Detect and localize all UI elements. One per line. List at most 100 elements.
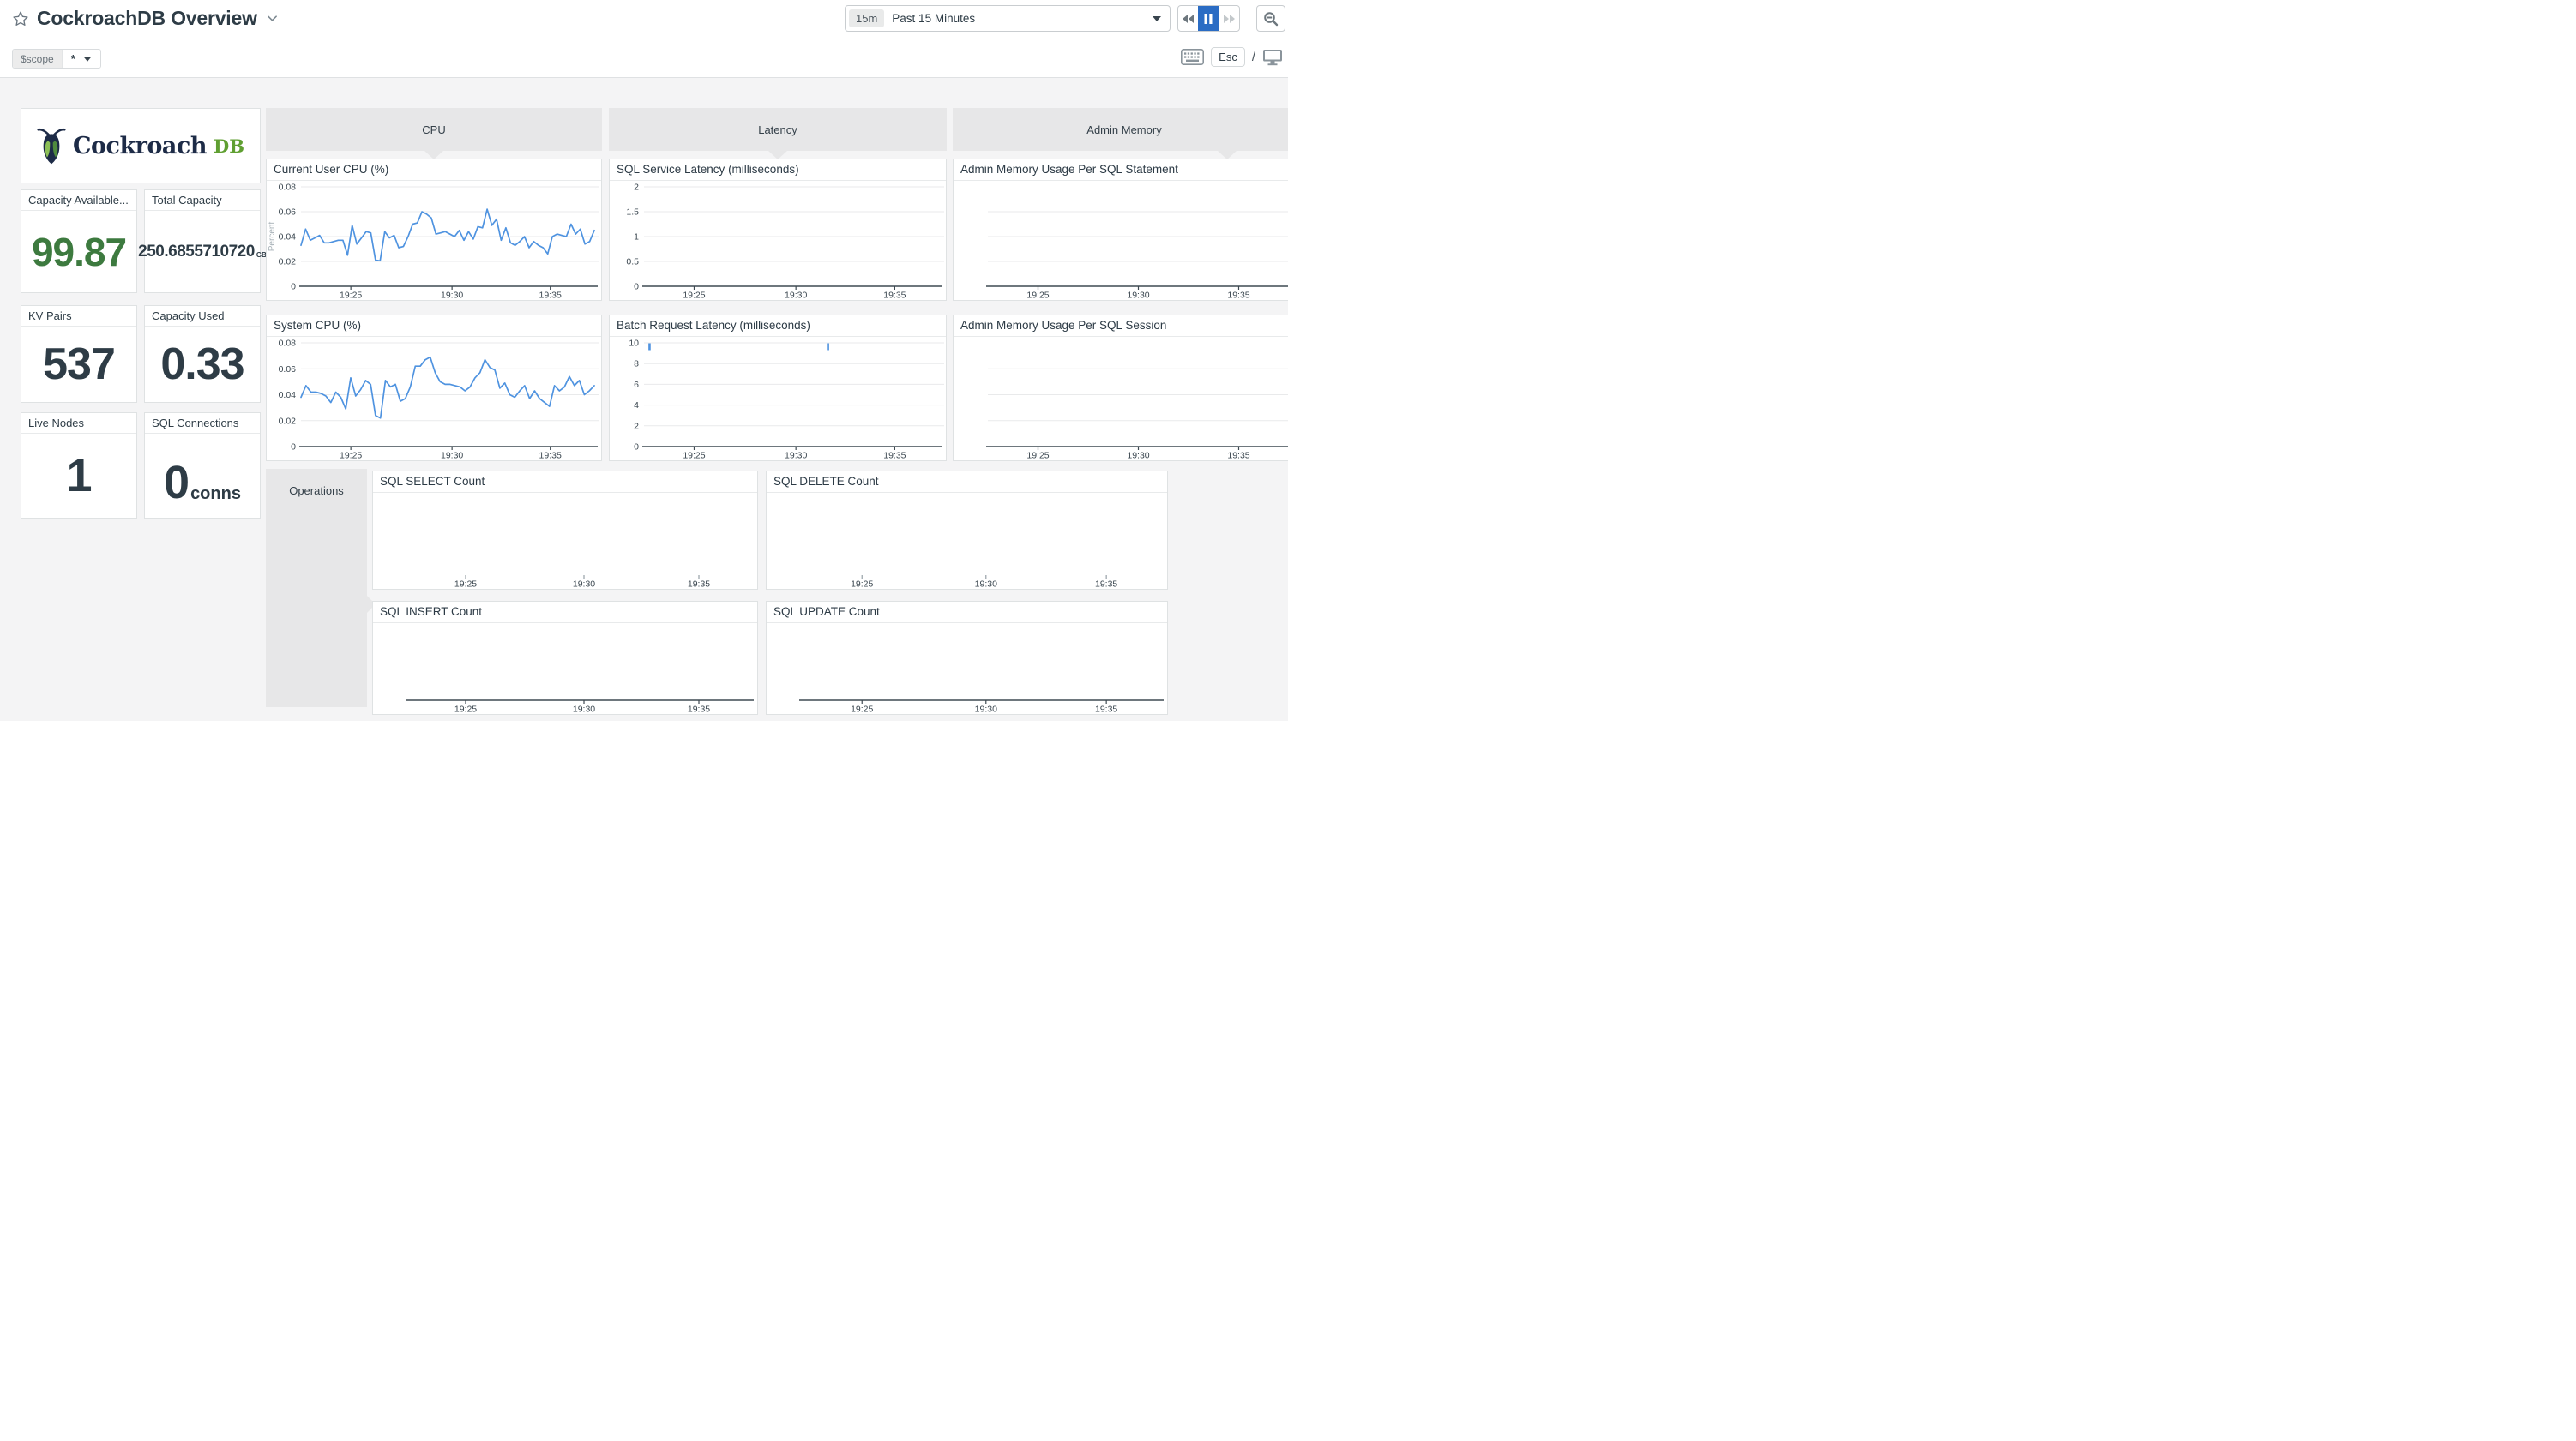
stat-value: 99.87 [32, 229, 126, 275]
keyboard-shortcuts-icon[interactable] [1181, 49, 1204, 65]
svg-text:19:25: 19:25 [454, 579, 477, 590]
chart-title: SQL UPDATE Count [767, 602, 1167, 623]
svg-text:19:25: 19:25 [851, 579, 873, 590]
stat-title: Total Capacity [145, 190, 260, 211]
stat-value: 1 [66, 449, 91, 502]
time-range-picker[interactable]: 15m Past 15 Minutes [845, 5, 1171, 32]
svg-text:0: 0 [634, 282, 639, 292]
svg-text:0.06: 0.06 [279, 207, 297, 218]
chart-plot-sql-update-count[interactable]: 19:25 19:30 19:35 [767, 624, 1167, 714]
svg-text:19:30: 19:30 [975, 579, 997, 590]
svg-text:1.5: 1.5 [626, 207, 639, 218]
chart-plot-admin-memory-statement[interactable]: 19:2519:3019:35 [954, 182, 1288, 300]
chart-title: Admin Memory Usage Per SQL Statement [954, 159, 1288, 181]
magnifier-minus-icon [1263, 11, 1279, 27]
stat-panel-kv-pairs[interactable]: KV Pairs 537 [21, 305, 137, 403]
chart-title: Current User CPU (%) [267, 159, 601, 181]
section-header-cpu[interactable]: CPU [266, 108, 602, 151]
svg-text:10: 10 [629, 339, 639, 349]
esc-key-hint: Esc [1211, 47, 1245, 67]
scope-variable-selector[interactable]: $scope * [12, 49, 101, 69]
svg-text:19:35: 19:35 [539, 291, 562, 301]
chart-title: SQL INSERT Count [373, 602, 757, 623]
chart-plot-sql-delete-count[interactable]: 19:25 19:30 19:35 [767, 494, 1167, 589]
section-header-operations[interactable]: Operations [266, 469, 367, 707]
chart-plot-sql-insert-count[interactable]: 19:2519:3019:35 [373, 624, 757, 714]
chart-panel-sql-select-count: SQL SELECT Count 19:2519:3019:35 [372, 471, 758, 590]
stat-title: SQL Connections [145, 413, 260, 434]
stat-title: Live Nodes [21, 413, 136, 434]
svg-text:19:30: 19:30 [441, 291, 463, 301]
svg-text:0.5: 0.5 [626, 257, 639, 267]
zoom-out-button[interactable] [1256, 5, 1285, 32]
chart-title: SQL DELETE Count [767, 471, 1167, 493]
chart-plot-batch-request-latency[interactable]: 024681019:2519:3019:35 [610, 338, 946, 460]
favorite-star-icon[interactable] [12, 10, 29, 27]
chart-panel-system-cpu: System CPU (%) 00.020.040.060.0819:2519:… [266, 315, 602, 461]
svg-text:19:35: 19:35 [1227, 451, 1249, 461]
template-variable-bar: $scope * Esc / [0, 41, 1288, 78]
top-bar: CockroachDB Overview 15m Past 15 Minutes [0, 0, 1288, 41]
title-chevron-down-icon[interactable] [267, 13, 278, 24]
svg-text:19:30: 19:30 [573, 579, 595, 590]
section-header-latency[interactable]: Latency [609, 108, 947, 151]
svg-text:19:30: 19:30 [785, 451, 807, 461]
svg-text:0: 0 [634, 442, 639, 453]
svg-text:6: 6 [634, 380, 639, 390]
chart-title: SQL Service Latency (milliseconds) [610, 159, 946, 181]
svg-text:19:30: 19:30 [1127, 451, 1149, 461]
chart-plot-sql-select-count[interactable]: 19:25 19:30 19:35 [373, 494, 757, 589]
chart-plot-admin-memory-session[interactable]: 19:2519:3019:35 [954, 338, 1288, 460]
time-range-label: Past 15 Minutes [892, 12, 1153, 25]
svg-text:19:35: 19:35 [688, 705, 710, 715]
stat-panel-capacity-available[interactable]: Capacity Available... 99.87 [21, 189, 137, 293]
stat-panel-capacity-used[interactable]: Capacity Used 0.33 [144, 305, 261, 403]
stat-value: 537 [43, 339, 115, 390]
chart-panel-current-user-cpu: Current User CPU (%) 00.020.040.060.0819… [266, 159, 602, 301]
chart-panel-admin-memory-session: Admin Memory Usage Per SQL Session 19:25… [953, 315, 1288, 461]
svg-text:4: 4 [634, 400, 639, 411]
chart-plot-current-user-cpu[interactable]: 00.020.040.060.0819:2519:3019:35Percent [267, 182, 601, 300]
svg-text:19:35: 19:35 [1095, 705, 1117, 715]
fast-forward-icon [1223, 14, 1236, 24]
stat-panel-total-capacity[interactable]: Total Capacity 250.6855710720 GB [144, 189, 261, 293]
pause-icon [1204, 14, 1213, 24]
stat-title: Capacity Used [145, 306, 260, 327]
forward-button[interactable] [1219, 6, 1239, 31]
svg-text:19:35: 19:35 [883, 291, 906, 301]
section-label: Operations [289, 484, 344, 497]
stat-panel-live-nodes[interactable]: Live Nodes 1 [21, 412, 137, 519]
pause-button[interactable] [1198, 6, 1218, 31]
svg-text:19:30: 19:30 [975, 705, 997, 715]
stat-panel-sql-connections[interactable]: SQL Connections 0 conns [144, 412, 261, 519]
svg-text:19:35: 19:35 [539, 451, 562, 461]
svg-text:0: 0 [291, 442, 296, 453]
chart-panel-sql-delete-count: SQL DELETE Count 19:25 19:30 19:35 [766, 471, 1168, 590]
svg-text:19:25: 19:25 [454, 705, 477, 715]
svg-text:19:25: 19:25 [851, 705, 873, 715]
svg-text:8: 8 [634, 359, 639, 369]
svg-text:19:35: 19:35 [1227, 291, 1249, 301]
stat-value: 0.33 [160, 339, 244, 390]
svg-text:19:35: 19:35 [1095, 579, 1117, 590]
time-range-badge: 15m [849, 9, 884, 27]
section-label: Latency [758, 123, 797, 136]
svg-text:0: 0 [291, 282, 296, 292]
tv-mode-icon[interactable] [1262, 49, 1283, 66]
chart-title: Batch Request Latency (milliseconds) [610, 315, 946, 337]
svg-text:0.08: 0.08 [279, 339, 297, 349]
chart-plot-system-cpu[interactable]: 00.020.040.060.0819:2519:3019:35 [267, 338, 601, 460]
cockroachdb-logo-panel: Cockroach DB [21, 108, 261, 183]
svg-text:19:35: 19:35 [688, 579, 710, 590]
svg-text:19:35: 19:35 [883, 451, 906, 461]
section-label: CPU [422, 123, 445, 136]
svg-text:0.06: 0.06 [279, 364, 297, 375]
svg-text:Percent: Percent [268, 222, 277, 252]
stat-title: Capacity Available... [21, 190, 136, 211]
svg-text:19:25: 19:25 [340, 291, 362, 301]
rewind-button[interactable] [1178, 6, 1198, 31]
chart-plot-sql-service-latency[interactable]: 00.511.5219:2519:3019:35 [610, 182, 946, 300]
section-header-admin-memory[interactable]: Admin Memory [953, 108, 1288, 151]
svg-text:19:25: 19:25 [1026, 291, 1049, 301]
slash-separator: / [1252, 50, 1255, 64]
